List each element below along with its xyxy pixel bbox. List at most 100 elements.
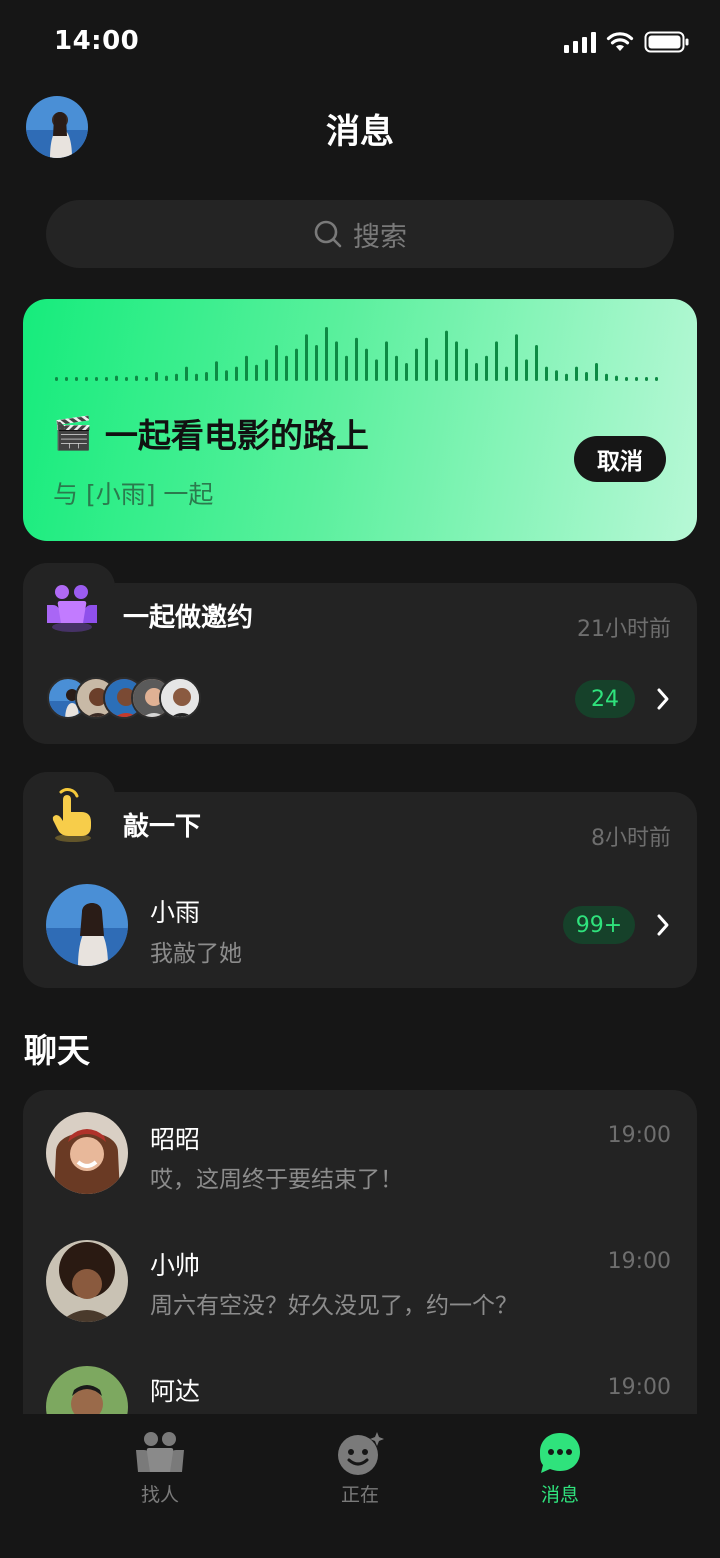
- banner-subtitle: 与 [小雨] 一起: [53, 480, 214, 509]
- wave-bar: [555, 370, 558, 381]
- wave-bar: [365, 348, 368, 381]
- wave-bar: [355, 337, 358, 381]
- wave-bar: [635, 377, 638, 381]
- poke-time: 8小时前: [591, 826, 671, 851]
- wave-bar: [185, 366, 188, 381]
- chevron-right-icon[interactable]: [655, 687, 671, 711]
- invite-time: 21小时前: [577, 617, 671, 642]
- wave-bar: [235, 366, 238, 381]
- chat-preview: 周六有空没？好久没见了，约一个？: [150, 1293, 518, 1319]
- smile-sparkle-icon: [338, 1432, 384, 1475]
- wave-bar: [495, 341, 498, 381]
- wave-bar: [425, 337, 428, 381]
- sound-wave-graphic: [55, 327, 658, 381]
- search-icon: [314, 220, 342, 248]
- wave-bar: [455, 341, 458, 381]
- invite-card[interactable]: 一起做邀约 21小时前 24: [23, 563, 697, 744]
- wave-bar: [95, 377, 98, 381]
- wave-bar: [55, 377, 58, 381]
- poke-title: 敲一下: [123, 812, 202, 842]
- clapperboard-icon: 🎬: [53, 414, 93, 452]
- wave-bar: [75, 377, 78, 381]
- wave-bar: [575, 366, 578, 381]
- page-title: 消息: [326, 112, 394, 152]
- chat-name: 昭昭: [150, 1125, 201, 1154]
- wave-bar: [275, 345, 278, 381]
- status-icons: [564, 30, 690, 54]
- wave-bar: [245, 355, 248, 381]
- poke-preview: 我敲了她: [150, 941, 242, 967]
- avatar: [46, 1240, 128, 1322]
- wave-bar: [395, 355, 398, 381]
- poke-card[interactable]: 敲一下 8小时前 小雨 我敲了她 99+: [23, 772, 697, 988]
- poke-name: 小雨: [150, 898, 201, 927]
- chat-bubble-icon: [540, 1433, 580, 1473]
- wave-bar: [605, 373, 608, 381]
- wave-bar: [195, 373, 198, 381]
- invite-avatars: [47, 677, 201, 719]
- tab-find-people[interactable]: 找人: [100, 1430, 220, 1507]
- chat-name: 小帅: [150, 1251, 201, 1280]
- search-bar[interactable]: 搜索: [46, 200, 674, 268]
- wave-bar: [525, 359, 528, 381]
- wave-bar: [205, 372, 208, 381]
- avatar: [46, 884, 128, 966]
- tab-label: 找人: [140, 1484, 179, 1506]
- wave-bar: [215, 361, 218, 381]
- wave-bar: [615, 375, 618, 381]
- wave-bar: [375, 359, 378, 381]
- wave-bar: [645, 377, 648, 381]
- poke-count-badge: 99+: [563, 906, 635, 944]
- avatar: [46, 1112, 128, 1194]
- battery-icon: [644, 31, 689, 53]
- wave-bar: [475, 363, 478, 381]
- wave-bar: [105, 377, 108, 381]
- wave-bar: [305, 334, 308, 381]
- wifi-icon: [606, 32, 634, 51]
- wave-bar: [445, 330, 448, 381]
- wave-bar: [315, 345, 318, 381]
- wave-bar: [485, 355, 488, 381]
- wave-bar: [115, 375, 118, 381]
- chevron-right-icon[interactable]: [655, 913, 671, 937]
- wave-bar: [585, 372, 588, 381]
- chat-section-title: 聊天: [24, 1031, 90, 1070]
- search-placeholder: 搜索: [353, 221, 407, 253]
- wave-bar: [595, 363, 598, 381]
- wave-bar: [125, 377, 128, 381]
- chat-name: 阿达: [150, 1377, 201, 1406]
- activity-banner[interactable]: 🎬 一起看电影的路上 与 [小雨] 一起 取消: [23, 299, 697, 541]
- wave-bar: [265, 359, 268, 381]
- wave-bar: [655, 377, 658, 381]
- wave-bar: [505, 366, 508, 381]
- wave-bar: [535, 345, 538, 381]
- wave-bar: [145, 377, 148, 381]
- wave-bar: [335, 341, 338, 381]
- chat-row[interactable]: 昭昭 哎，这周终于要结束了！ 19:00: [23, 1090, 697, 1216]
- wave-bar: [65, 377, 68, 381]
- wave-bar: [325, 327, 328, 381]
- wave-bar: [175, 373, 178, 381]
- wave-bar: [465, 348, 468, 381]
- invite-count-badge: 24: [575, 680, 635, 718]
- cancel-button[interactable]: 取消: [574, 436, 666, 482]
- chat-time: 19:00: [607, 1123, 671, 1148]
- chat-list: 昭昭 哎，这周终于要结束了！ 19:00 小帅 周六有空没？好久没见了，约一个？…: [23, 1090, 697, 1450]
- messages-screen: 14:00 消息 搜索 🎬 一起看电影的路上 与 [小雨] 一起 取消 一起做邀…: [0, 0, 720, 1558]
- tab-messages[interactable]: 消息: [500, 1430, 620, 1507]
- wave-bar: [435, 359, 438, 381]
- wave-bar: [285, 355, 288, 381]
- tab-now[interactable]: 正在: [300, 1430, 420, 1507]
- wave-bar: [385, 341, 388, 381]
- wave-bar: [545, 366, 548, 381]
- people-icon: [47, 585, 97, 632]
- wave-bar: [405, 363, 408, 381]
- tab-label: 消息: [540, 1484, 579, 1506]
- chat-time: 19:00: [607, 1375, 671, 1400]
- tab-label: 正在: [340, 1484, 379, 1506]
- hand-tap-icon: [52, 787, 91, 842]
- avatar: [159, 677, 201, 719]
- wave-bar: [255, 364, 258, 381]
- chat-row[interactable]: 小帅 周六有空没？好久没见了，约一个？ 19:00: [23, 1216, 697, 1342]
- wave-bar: [135, 375, 138, 381]
